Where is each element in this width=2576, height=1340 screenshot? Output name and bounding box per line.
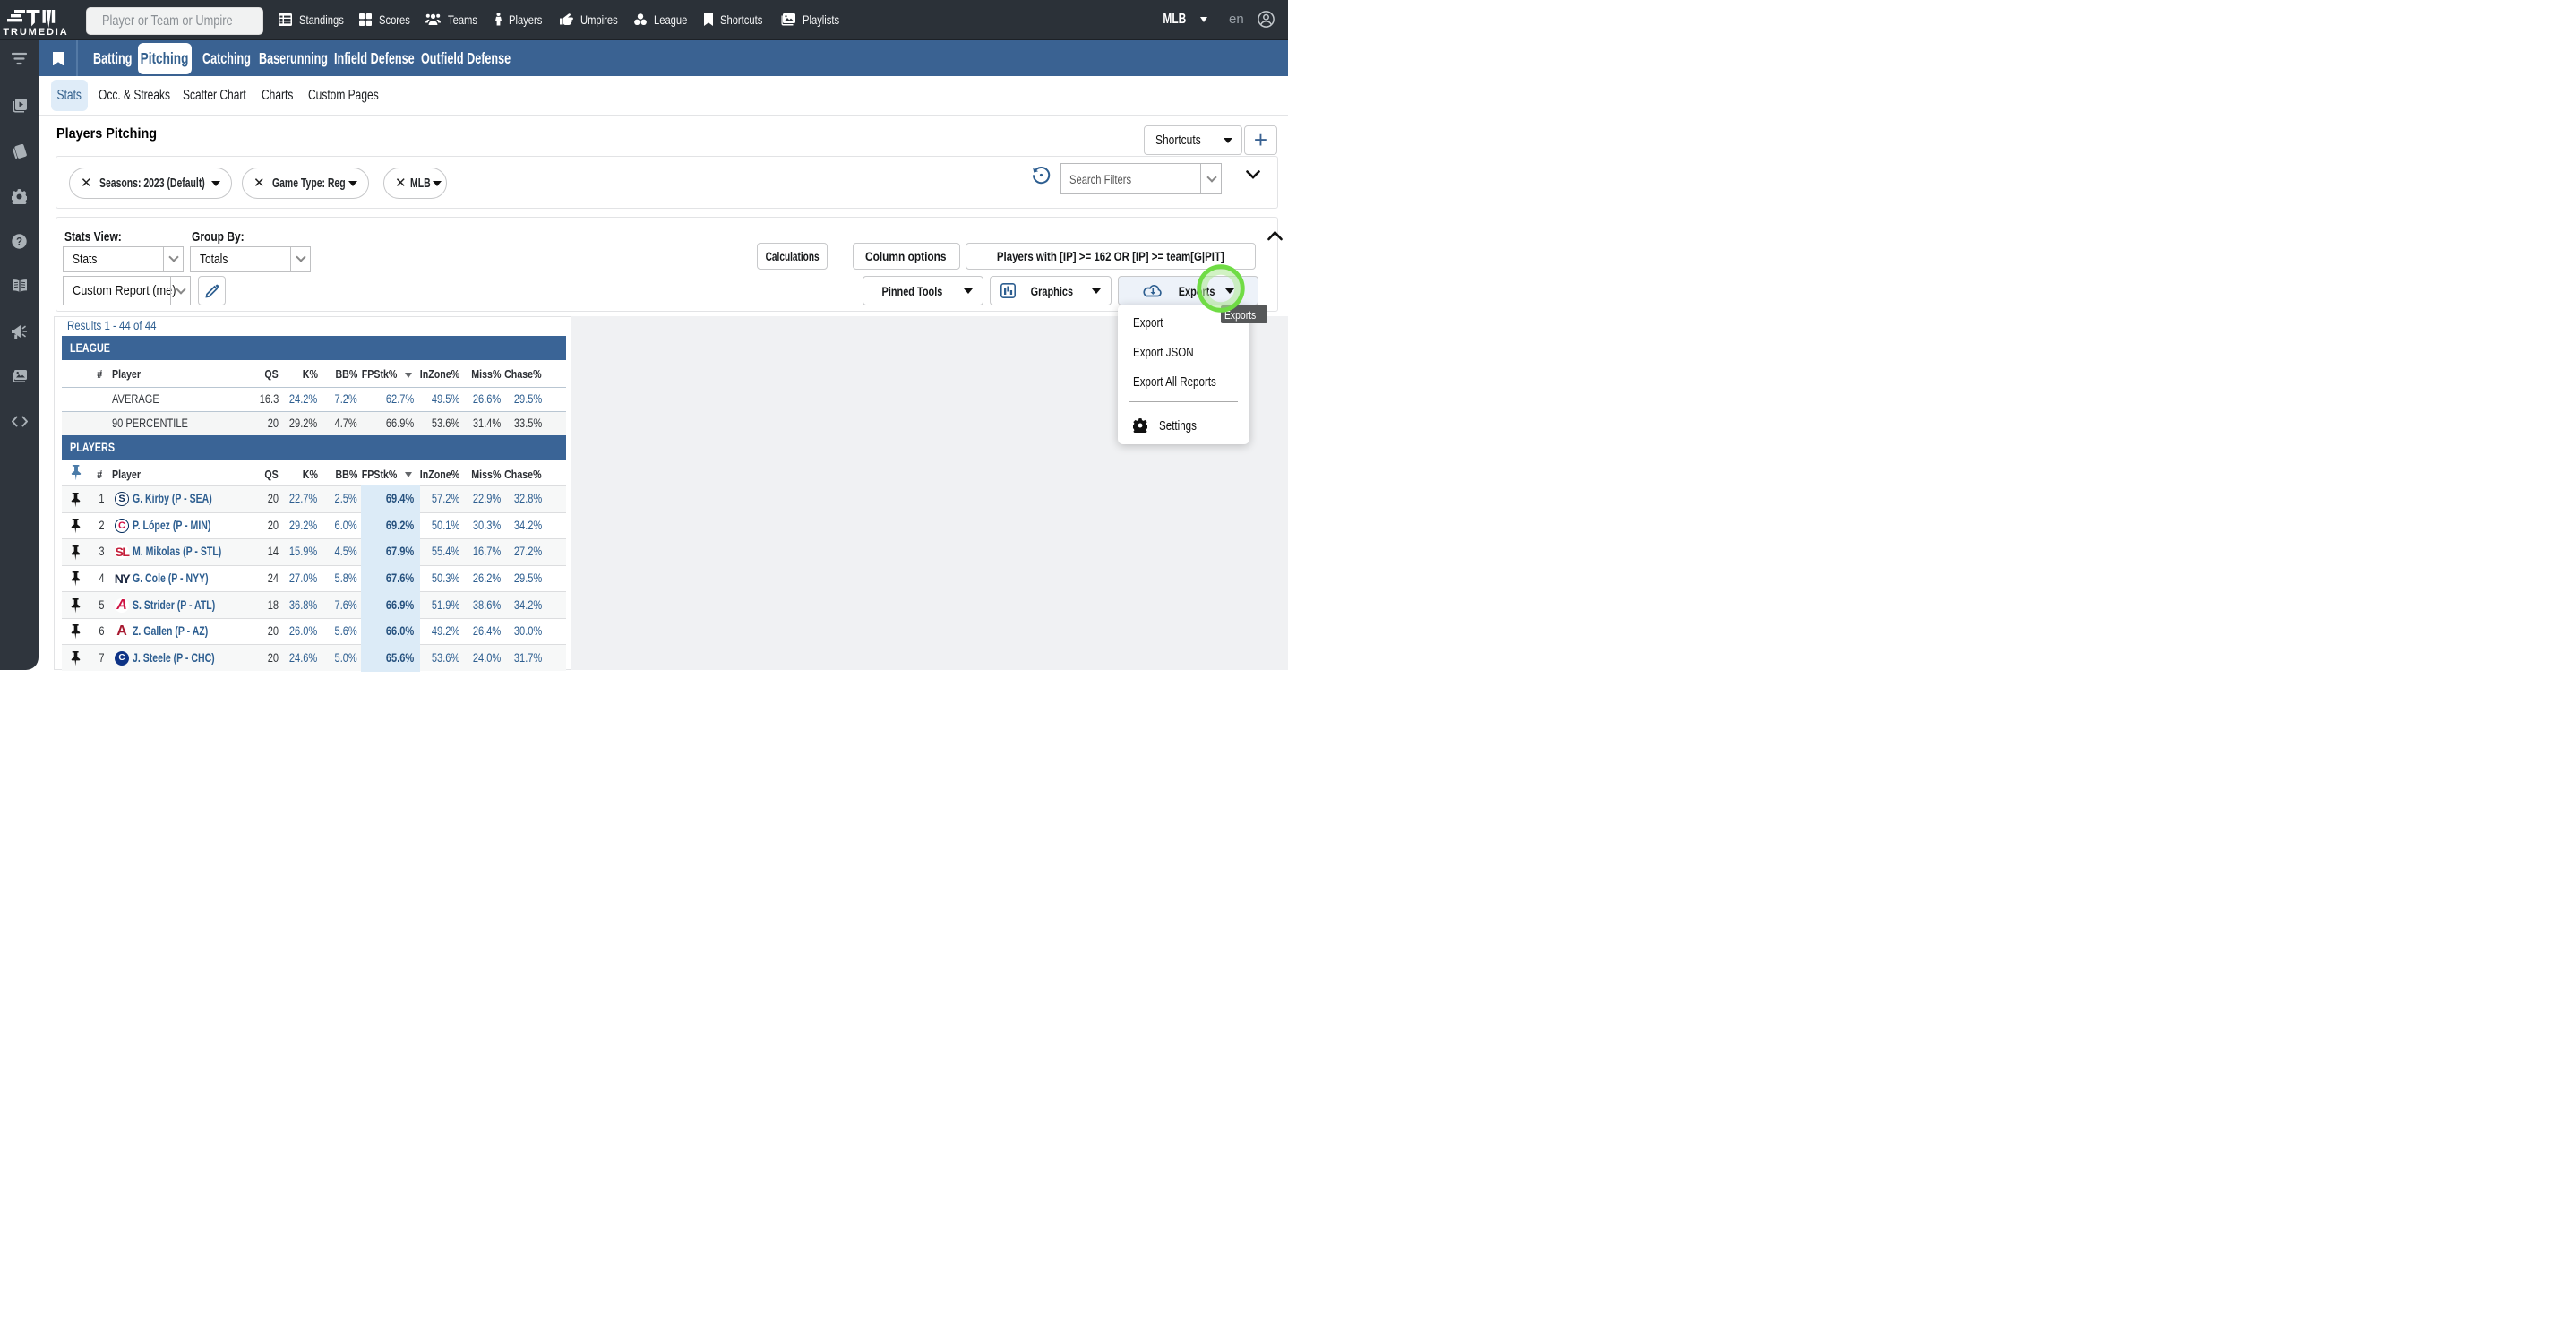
svg-text:?: ? xyxy=(16,236,22,247)
